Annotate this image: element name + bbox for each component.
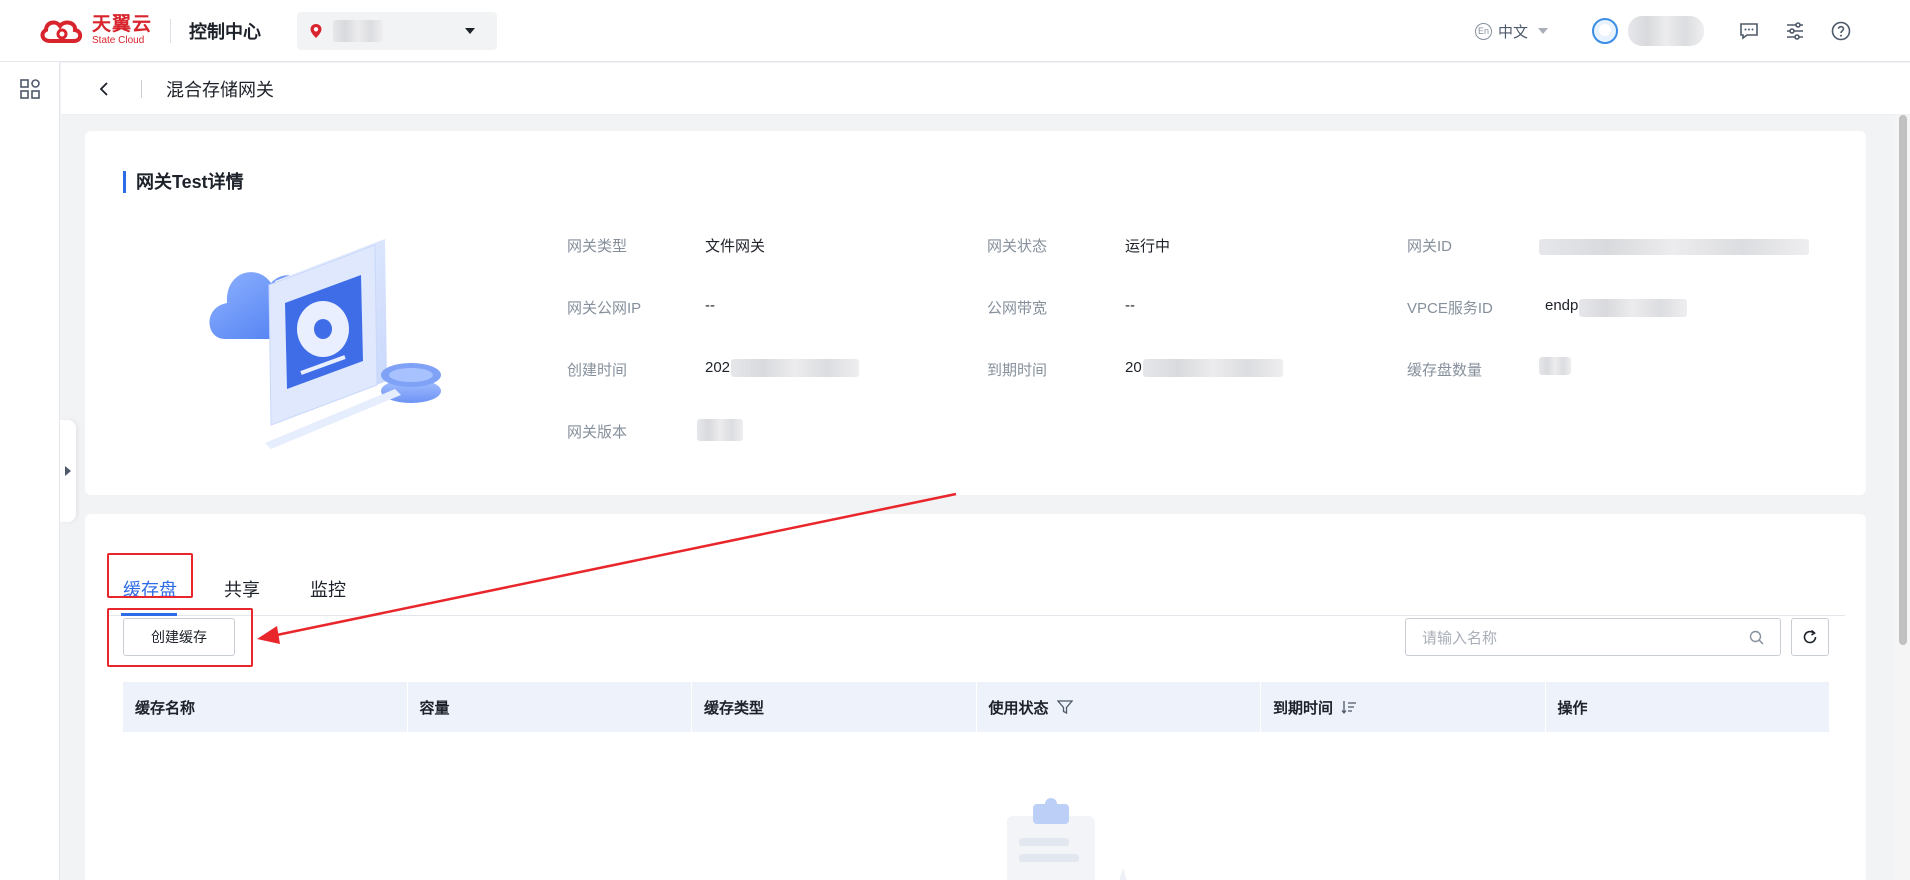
bandwidth-label: 公网带宽 (987, 300, 1048, 317)
chevron-down-icon (1538, 28, 1548, 34)
empty-state-illustration (1007, 798, 1127, 880)
vpce-id-label: VPCE服务ID (1407, 300, 1493, 317)
table-header: 缓存名称 容量 缓存类型 使用状态 到期时间 操作 (123, 682, 1829, 732)
brand-logo[interactable]: 天翼云 State Cloud (38, 11, 152, 51)
search-placeholder: 请输入名称 (1422, 629, 1498, 647)
gateway-type-value: 文件网关 (705, 238, 766, 255)
gateway-illustration (209, 239, 441, 449)
region-selector[interactable] (297, 11, 498, 50)
bandwidth-value: -- (1125, 297, 1135, 314)
refresh-button[interactable] (1791, 618, 1829, 656)
expire-time-redacted (1143, 359, 1283, 377)
gateway-type-label: 网关类型 (567, 238, 628, 255)
cache-disk-panel: 缓存盘 共享 监控 创建缓存 请输入名称 缓存名称 容量 缓存类型 使用状态 到… (85, 514, 1866, 880)
expire-time-value: 20 (1125, 359, 1142, 376)
sort-icon[interactable] (1341, 699, 1357, 715)
annotation-highlight-create (107, 608, 253, 667)
filter-icon[interactable] (1056, 699, 1073, 715)
region-name-redacted (333, 19, 384, 42)
column-actions: 操作 (1546, 682, 1830, 732)
column-actions-label: 操作 (1557, 699, 1588, 717)
vpce-id-value: endp (1545, 297, 1579, 314)
column-cache-name-label: 缓存名称 (135, 699, 196, 717)
created-time-value: 202 (705, 359, 731, 376)
page-header: 混合存储网关 (61, 63, 1910, 115)
page-scrollbar[interactable] (1895, 115, 1910, 880)
scrollbar-thumb[interactable] (1899, 115, 1907, 645)
gateway-status-value: 运行中 (1125, 238, 1171, 255)
brand-name-cn: 天翼云 (92, 14, 153, 35)
username-redacted[interactable] (1628, 16, 1704, 46)
expand-arrow-icon (65, 466, 71, 476)
column-capacity-label: 容量 (419, 699, 450, 717)
top-navbar: 天翼云 State Cloud 控制中心 En 中文 (0, 0, 1910, 62)
tab-monitor[interactable]: 监控 (310, 576, 346, 602)
cache-disk-count-redacted (1539, 357, 1571, 375)
column-expire-time-label: 到期时间 (1273, 699, 1334, 717)
column-usage-status: 使用状态 (977, 682, 1261, 732)
column-cache-name: 缓存名称 (123, 682, 408, 732)
gateway-version-redacted (697, 419, 743, 441)
language-icon: En (1474, 22, 1492, 40)
annotation-highlight-tab (107, 553, 193, 598)
page-title: 混合存储网关 (166, 79, 274, 100)
grid-apps-icon[interactable] (19, 78, 41, 100)
back-arrow-icon (99, 81, 108, 96)
chevron-down-icon (465, 27, 476, 34)
public-ip-value: -- (705, 297, 715, 314)
gateway-version-label: 网关版本 (567, 424, 628, 441)
expand-sidebar-handle[interactable] (60, 420, 76, 522)
back-button[interactable] (99, 81, 109, 97)
location-pin-icon (310, 23, 322, 38)
header-divider (141, 79, 142, 98)
left-rail (0, 62, 60, 880)
refresh-icon (1803, 629, 1817, 644)
language-switcher[interactable]: En 中文 (1474, 21, 1548, 42)
created-time-label: 创建时间 (567, 362, 628, 379)
search-icon[interactable] (1749, 630, 1764, 645)
console-title[interactable]: 控制中心 (189, 18, 261, 44)
created-time-redacted (731, 359, 859, 377)
section-title: 网关Test详情 (123, 171, 244, 193)
tab-bar: 缓存盘 共享 监控 (107, 558, 1845, 616)
message-icon[interactable] (1738, 20, 1760, 42)
column-usage-status-label: 使用状态 (988, 699, 1049, 717)
expire-time-label: 到期时间 (987, 362, 1048, 379)
settings-sliders-icon[interactable] (1784, 20, 1806, 42)
public-ip-label: 网关公网IP (567, 300, 642, 317)
column-cache-type-label: 缓存类型 (704, 699, 765, 717)
header-divider (170, 18, 172, 43)
vpce-id-redacted (1579, 299, 1687, 317)
search-input[interactable]: 请输入名称 (1405, 618, 1781, 656)
gateway-id-redacted (1539, 239, 1809, 255)
column-capacity: 容量 (408, 682, 692, 732)
cloud-logo-icon (40, 20, 83, 43)
language-label: 中文 (1497, 23, 1528, 41)
brand-name-en: State Cloud (92, 35, 145, 46)
avatar[interactable] (1592, 18, 1618, 44)
help-icon[interactable] (1830, 20, 1852, 42)
cache-disk-count-label: 缓存盘数量 (1407, 362, 1483, 379)
column-cache-type: 缓存类型 (692, 682, 977, 732)
tab-share[interactable]: 共享 (224, 576, 260, 602)
gateway-detail-card: 网关Test详情 网关类型 文件网关 网关状态 运行中 网关ID 网关公网IP … (85, 131, 1866, 495)
gateway-id-label: 网关ID (1407, 238, 1453, 255)
column-expire-time: 到期时间 (1261, 682, 1546, 732)
gateway-status-label: 网关状态 (987, 238, 1048, 255)
